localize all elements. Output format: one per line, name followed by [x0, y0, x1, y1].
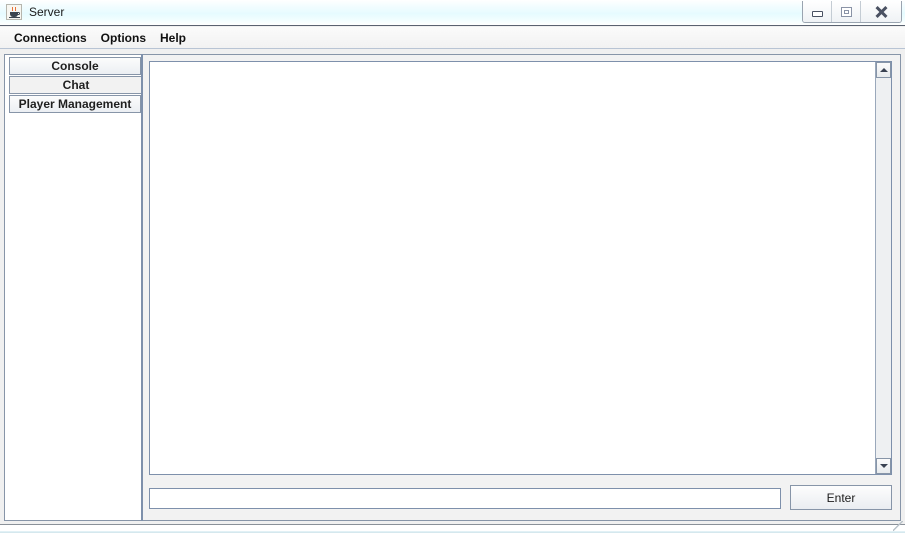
tab-console-label: Console	[51, 59, 99, 73]
menu-bar: Connections Options Help	[0, 27, 905, 49]
java-coffee-cup-icon	[6, 4, 22, 20]
scroll-down-button[interactable]	[876, 458, 891, 474]
window-content: Console Chat Player Management Enter	[0, 50, 905, 524]
chat-log-vertical-scrollbar[interactable]	[875, 62, 891, 474]
menu-item-options[interactable]: Options	[94, 29, 153, 47]
minimize-icon	[811, 10, 823, 17]
tab-strip: Console Chat Player Management	[4, 54, 142, 521]
window-bottom-edge	[0, 521, 905, 533]
minimize-button[interactable]	[803, 1, 832, 22]
chat-log-textarea[interactable]	[150, 62, 875, 474]
tab-player-management-label: Player Management	[18, 97, 132, 111]
close-icon	[875, 6, 888, 18]
maximize-icon	[840, 6, 852, 17]
close-button[interactable]	[861, 1, 901, 22]
enter-button[interactable]: Enter	[790, 485, 892, 510]
tab-console[interactable]: Console	[9, 57, 141, 75]
chat-message-input[interactable]	[149, 487, 781, 509]
chat-input-row: Enter	[149, 485, 892, 511]
tab-chat[interactable]: Chat	[9, 76, 142, 94]
scroll-down-icon	[879, 464, 888, 468]
application-window: Server Connections Options Help Console	[0, 0, 905, 533]
tab-chat-label: Chat	[62, 78, 90, 92]
menu-item-help[interactable]: Help	[153, 29, 193, 47]
chat-panel: Enter	[143, 54, 901, 521]
maximize-button[interactable]	[832, 1, 861, 22]
menu-item-connections[interactable]: Connections	[7, 29, 94, 47]
window-title: Server	[29, 5, 65, 19]
scrollbar-track[interactable]	[876, 78, 891, 458]
chat-log-scrollpane	[149, 61, 892, 475]
window-controls	[802, 1, 902, 23]
scroll-up-icon	[879, 68, 888, 72]
tabbed-pane: Console Chat Player Management Enter	[4, 54, 901, 521]
title-bar-left: Server	[6, 4, 64, 20]
resize-grip-icon[interactable]	[893, 521, 903, 531]
tab-player-management[interactable]: Player Management	[9, 95, 141, 113]
title-bar: Server	[0, 0, 905, 26]
scroll-up-button[interactable]	[876, 62, 891, 78]
